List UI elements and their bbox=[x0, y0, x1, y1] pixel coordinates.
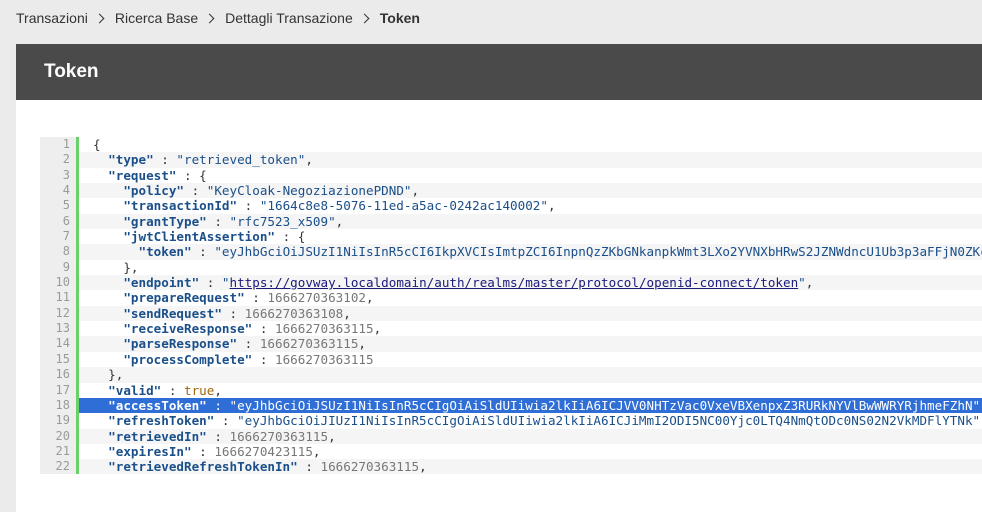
breadcrumb: Transazioni Ricerca Base Dettagli Transa… bbox=[16, 0, 420, 36]
line-number: 2 bbox=[62, 152, 70, 167]
code-line[interactable]: "request" : { bbox=[79, 168, 982, 183]
code-line[interactable]: }, bbox=[79, 367, 982, 383]
line-number: 15 bbox=[55, 351, 70, 366]
line-number: 19 bbox=[55, 413, 70, 428]
line-number: 7 bbox=[62, 229, 70, 244]
chevron-right-icon bbox=[94, 13, 105, 23]
line-number: 3 bbox=[62, 167, 70, 182]
line-number: 12 bbox=[55, 305, 70, 320]
code-line[interactable]: "retrievedIn" : 1666270363115, bbox=[79, 428, 982, 444]
breadcrumb-transazioni[interactable]: Transazioni bbox=[16, 10, 88, 26]
json-code-editor[interactable]: 1 2 3 4 5 6 7 8 9 10 11 12 13 14 15 16 17 18 19 20 21 22 { "t… bbox=[40, 137, 982, 474]
code-line[interactable]: "expiresIn" : 1666270423115, bbox=[79, 444, 982, 459]
line-number: 8 bbox=[62, 244, 70, 259]
code-line[interactable]: "prepareRequest" : 1666270363102, bbox=[79, 290, 982, 305]
line-number: 11 bbox=[55, 290, 70, 305]
line-number: 20 bbox=[55, 428, 70, 443]
line-number: 14 bbox=[55, 336, 70, 351]
chevron-right-icon bbox=[359, 13, 370, 23]
code-line[interactable]: "transactionId" : "1664c8e8-5076-11ed-a5… bbox=[79, 198, 982, 213]
line-number: 17 bbox=[55, 382, 70, 397]
code-line[interactable]: "endpoint" : "https://govway.localdomain… bbox=[79, 275, 982, 291]
breadcrumb-dettagli-transazione[interactable]: Dettagli Transazione bbox=[225, 10, 353, 26]
code-line[interactable]: "valid" : true, bbox=[79, 383, 982, 398]
breadcrumb-current: Token bbox=[379, 10, 420, 26]
line-number-gutter: 1 2 3 4 5 6 7 8 9 10 11 12 13 14 15 16 17 18 19 20 21 22 bbox=[40, 137, 79, 474]
line-number: 16 bbox=[55, 367, 70, 382]
line-number: 18 bbox=[55, 397, 70, 412]
line-number: 6 bbox=[62, 213, 70, 228]
line-number: 13 bbox=[55, 321, 70, 336]
code-line[interactable]: "refreshToken" : "eyJhbGciOiJIUzI1NiIsIn… bbox=[79, 413, 982, 428]
card-header: Token bbox=[16, 44, 982, 100]
code-line[interactable]: "retrievedRefreshTokenIn" : 166627036311… bbox=[79, 459, 982, 474]
line-number: 5 bbox=[62, 198, 70, 213]
line-number: 9 bbox=[62, 259, 70, 274]
line-number: 10 bbox=[55, 275, 70, 290]
chevron-right-icon bbox=[204, 13, 215, 23]
line-number: 21 bbox=[55, 443, 70, 458]
page-title: Token bbox=[44, 61, 99, 82]
line-number: 22 bbox=[55, 459, 70, 474]
line-number: 4 bbox=[62, 183, 70, 198]
code-line[interactable]: "grantType" : "rfc7523_x509", bbox=[79, 213, 982, 230]
line-number: 1 bbox=[62, 137, 70, 151]
code-line[interactable]: "policy" : "KeyCloak-NegoziazionePDND", bbox=[79, 183, 982, 199]
code-line[interactable]: "token" : "eyJhbGciOiJSUzI1NiIsInR5cCI6I… bbox=[79, 244, 982, 260]
code-line[interactable]: "parseResponse" : 1666270363115, bbox=[79, 336, 982, 352]
code-line[interactable]: { bbox=[79, 137, 982, 152]
breadcrumb-ricerca-base[interactable]: Ricerca Base bbox=[115, 10, 198, 26]
code-line-selected[interactable]: "accessToken" : "eyJhbGciOiJSUzI1NiIsInR… bbox=[79, 397, 982, 414]
code-line[interactable]: "receiveResponse" : 1666270363115, bbox=[79, 321, 982, 336]
endpoint-link[interactable]: https://govway.localdomain/auth/realms/m… bbox=[230, 275, 799, 290]
code-line[interactable]: "processComplete" : 1666270363115 bbox=[79, 352, 982, 367]
code-line[interactable]: "type" : "retrieved_token", bbox=[79, 152, 982, 168]
card-body: 1 2 3 4 5 6 7 8 9 10 11 12 13 14 15 16 17 18 19 20 21 22 { "t… bbox=[16, 100, 982, 512]
code-line[interactable]: }, bbox=[79, 260, 982, 275]
code-line[interactable]: "jwtClientAssertion" : { bbox=[79, 229, 982, 244]
code-line[interactable]: "sendRequest" : 1666270363108, bbox=[79, 305, 982, 322]
code-content[interactable]: { "type" : "retrieved_token", "request" … bbox=[79, 137, 982, 474]
